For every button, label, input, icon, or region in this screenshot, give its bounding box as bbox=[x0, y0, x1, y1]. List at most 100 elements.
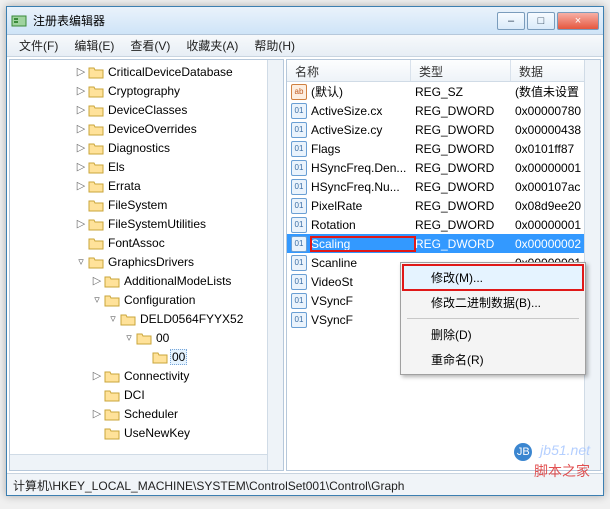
tree-item[interactable]: DCI bbox=[10, 385, 267, 404]
tree-item[interactable]: ▷ DeviceClasses bbox=[10, 100, 267, 119]
app-icon bbox=[11, 13, 27, 29]
dword-value-icon: 01 bbox=[291, 103, 307, 119]
watermark-tag: 脚本之家 bbox=[514, 461, 590, 481]
value-type: REG_DWORD bbox=[415, 199, 515, 213]
value-type: REG_DWORD bbox=[415, 161, 515, 175]
tree-item[interactable]: ▷ Scheduler bbox=[10, 404, 267, 423]
tree-item[interactable]: ▷Diagnostics bbox=[10, 138, 267, 157]
list-row[interactable]: 01ActiveSize.cxREG_DWORD0x00000780 bbox=[287, 101, 584, 120]
tree-item[interactable]: UseNewKey bbox=[10, 423, 267, 442]
list-row[interactable]: 01ScalingREG_DWORD0x00000002 bbox=[287, 234, 584, 253]
window-title: 注册表编辑器 bbox=[33, 12, 497, 29]
tree-item[interactable]: ▿GraphicsDrivers bbox=[10, 252, 267, 271]
list-row[interactable]: 01FlagsREG_DWORD0x0101ff87 bbox=[287, 139, 584, 158]
col-type[interactable]: 类型 bbox=[411, 60, 511, 81]
list-row[interactable]: 01RotationREG_DWORD0x00000001 bbox=[287, 215, 584, 234]
dword-value-icon: 01 bbox=[291, 141, 307, 157]
folder-icon bbox=[88, 255, 104, 269]
value-name: PixelRate bbox=[311, 199, 415, 213]
tree-item[interactable]: ▿00 bbox=[10, 328, 267, 347]
folder-icon bbox=[88, 160, 104, 174]
list-row[interactable]: 01HSyncFreq.Den...REG_DWORD0x00000001 bbox=[287, 158, 584, 177]
value-name: Rotation bbox=[311, 218, 415, 232]
maximize-button[interactable]: □ bbox=[527, 12, 555, 30]
tree-item[interactable]: ▿DELD0564FYYX52 bbox=[10, 309, 267, 328]
expand-icon[interactable]: ▷ bbox=[74, 65, 88, 78]
expand-icon[interactable]: ▷ bbox=[74, 103, 88, 116]
value-data: 0x00000001 bbox=[515, 218, 584, 232]
folder-icon bbox=[104, 426, 120, 440]
list-row[interactable]: ab(默认)REG_SZ(数值未设置 bbox=[287, 82, 584, 101]
window-buttons: – □ × bbox=[497, 12, 599, 30]
folder-icon bbox=[88, 198, 104, 212]
ctx-modify[interactable]: 修改(M)... bbox=[403, 265, 583, 290]
tree-item-label: Scheduler bbox=[122, 406, 180, 422]
tree-scrollbar-horizontal[interactable] bbox=[10, 454, 267, 470]
expand-icon[interactable]: ▿ bbox=[122, 331, 136, 344]
tree-item[interactable]: FileSystem bbox=[10, 195, 267, 214]
tree-item[interactable]: ▷Els bbox=[10, 157, 267, 176]
tree-item-label: FileSystem bbox=[106, 197, 169, 213]
list-scrollbar-vertical[interactable] bbox=[584, 60, 600, 470]
expand-icon[interactable]: ▷ bbox=[74, 217, 88, 230]
value-name: (默认) bbox=[311, 83, 415, 100]
expand-icon[interactable]: ▷ bbox=[90, 407, 104, 420]
dword-value-icon: 01 bbox=[291, 198, 307, 214]
value-type: REG_DWORD bbox=[415, 180, 515, 194]
expand-icon[interactable]: ▿ bbox=[90, 293, 104, 306]
expand-icon[interactable]: ▿ bbox=[74, 255, 88, 268]
tree-item-label: 00 bbox=[170, 349, 187, 365]
folder-icon bbox=[88, 103, 104, 117]
tree-item[interactable]: FontAssoc bbox=[10, 233, 267, 252]
tree-item[interactable]: ▷DeviceOverrides bbox=[10, 119, 267, 138]
close-button[interactable]: × bbox=[557, 12, 599, 30]
tree-item[interactable]: ▷ FileSystemUtilities bbox=[10, 214, 267, 233]
tree-scrollbar-vertical[interactable] bbox=[267, 60, 283, 470]
ctx-delete[interactable]: 删除(D) bbox=[403, 322, 583, 347]
menu-edit[interactable]: 编辑(E) bbox=[66, 35, 122, 56]
tree-item[interactable]: ▷CriticalDeviceDatabase bbox=[10, 62, 267, 81]
list-row[interactable]: 01HSyncFreq.Nu...REG_DWORD0x000107ac bbox=[287, 177, 584, 196]
minimize-button[interactable]: – bbox=[497, 12, 525, 30]
folder-icon bbox=[104, 407, 120, 421]
tree-item-label: FileSystemUtilities bbox=[106, 216, 208, 232]
expand-icon[interactable]: ▷ bbox=[74, 160, 88, 173]
expand-icon[interactable]: ▷ bbox=[90, 369, 104, 382]
tree-item-label: Configuration bbox=[122, 292, 197, 308]
tree-item[interactable]: ▷Errata bbox=[10, 176, 267, 195]
value-name: Scaling bbox=[311, 237, 415, 251]
ctx-modify-binary[interactable]: 修改二进制数据(B)... bbox=[403, 290, 583, 315]
value-type: REG_DWORD bbox=[415, 218, 515, 232]
expand-icon[interactable]: ▷ bbox=[74, 141, 88, 154]
col-name[interactable]: 名称 bbox=[287, 60, 411, 81]
menubar: 文件(F) 编辑(E) 查看(V) 收藏夹(A) 帮助(H) bbox=[7, 35, 603, 57]
tree-item[interactable]: 00 bbox=[10, 347, 267, 366]
dword-value-icon: 01 bbox=[291, 236, 307, 252]
menu-favorites[interactable]: 收藏夹(A) bbox=[178, 35, 246, 56]
tree-pane: ▷CriticalDeviceDatabase▷Cryptography▷Dev… bbox=[9, 59, 284, 471]
watermark-icon: JB bbox=[514, 443, 532, 461]
tree-item[interactable]: ▷Cryptography bbox=[10, 81, 267, 100]
titlebar[interactable]: 注册表编辑器 – □ × bbox=[7, 7, 603, 35]
tree-item[interactable]: ▷Connectivity bbox=[10, 366, 267, 385]
expand-icon[interactable]: ▿ bbox=[106, 312, 120, 325]
string-value-icon: ab bbox=[291, 84, 307, 100]
value-type: REG_DWORD bbox=[415, 123, 515, 137]
list-row[interactable]: 01PixelRateREG_DWORD0x08d9ee20 bbox=[287, 196, 584, 215]
value-data: 0x00000438 bbox=[515, 123, 584, 137]
menu-view[interactable]: 查看(V) bbox=[122, 35, 178, 56]
menu-help[interactable]: 帮助(H) bbox=[246, 35, 303, 56]
menu-file[interactable]: 文件(F) bbox=[11, 35, 66, 56]
value-data: 0x00000001 bbox=[515, 161, 584, 175]
tree-item[interactable]: ▷AdditionalModeLists bbox=[10, 271, 267, 290]
tree-item-label: DeviceClasses bbox=[106, 102, 189, 118]
ctx-rename[interactable]: 重命名(R) bbox=[403, 347, 583, 372]
expand-icon[interactable]: ▷ bbox=[90, 274, 104, 287]
list-row[interactable]: 01ActiveSize.cyREG_DWORD0x00000438 bbox=[287, 120, 584, 139]
watermark-site: jb51.net bbox=[540, 442, 590, 458]
expand-icon[interactable]: ▷ bbox=[74, 179, 88, 192]
expand-icon[interactable]: ▷ bbox=[74, 84, 88, 97]
tree-item[interactable]: ▿ Configuration bbox=[10, 290, 267, 309]
folder-icon bbox=[120, 312, 136, 326]
expand-icon[interactable]: ▷ bbox=[74, 122, 88, 135]
